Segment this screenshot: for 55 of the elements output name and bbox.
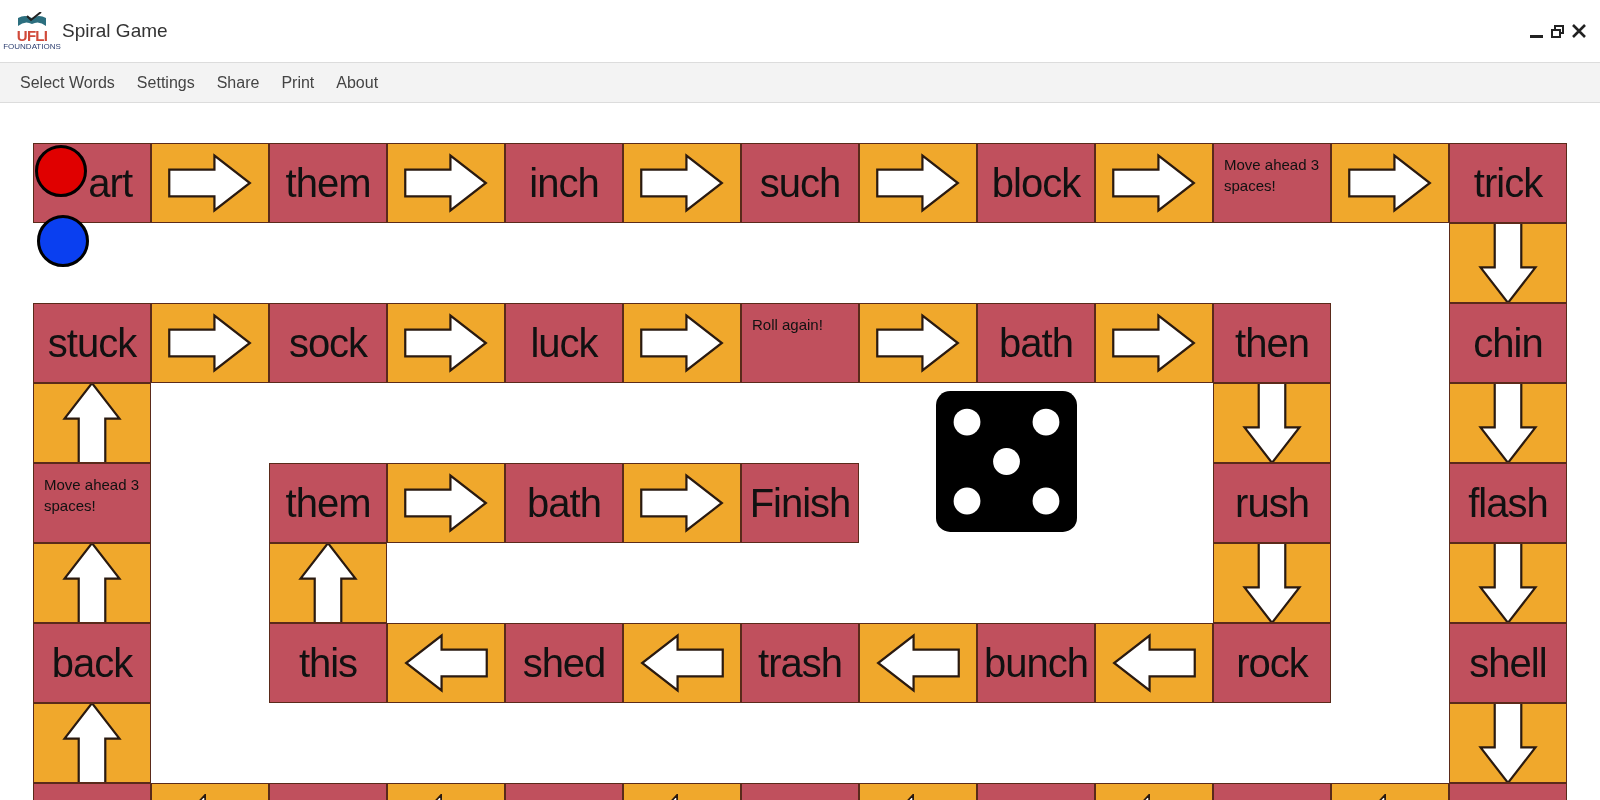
- word-space: rush: [1213, 463, 1331, 543]
- word-space: this: [269, 623, 387, 703]
- arrow-icon: [61, 704, 123, 782]
- arrow-icon: [1477, 384, 1539, 462]
- arrow-icon: [297, 544, 359, 622]
- game-token[interactable]: [37, 215, 89, 267]
- word-space: chin: [1449, 303, 1567, 383]
- arrow-icon: [1241, 544, 1303, 622]
- arrow-icon: [434, 794, 443, 800]
- word-space: luck: [505, 303, 623, 383]
- word-space: bunch: [977, 623, 1095, 703]
- menu-item[interactable]: About: [326, 66, 389, 99]
- arrow-icon: [1477, 544, 1539, 622]
- arrow-icon: [1477, 224, 1539, 302]
- instruction-space: Roll again!: [741, 303, 859, 383]
- word-space: rock: [1213, 623, 1331, 703]
- word-space: shell: [1449, 623, 1567, 703]
- word-space: back: [33, 623, 151, 703]
- arrow-icon: [906, 794, 915, 800]
- arrow-icon: [61, 544, 123, 622]
- word-space: stuck: [33, 303, 151, 383]
- menu-item[interactable]: Settings: [126, 66, 205, 99]
- arrow-icon: [1241, 384, 1303, 462]
- word-space: Finish: [741, 463, 859, 543]
- instruction-space: Move ahead 3 spaces!: [33, 463, 151, 543]
- close-icon[interactable]: [1572, 24, 1586, 38]
- logo-caption: FOUNDATIONS: [3, 42, 61, 51]
- word-space: trash: [741, 623, 859, 703]
- word-space: bath: [977, 303, 1095, 383]
- menu-item[interactable]: Print: [271, 66, 325, 99]
- word-space: shed: [505, 623, 623, 703]
- book-icon: [15, 11, 49, 28]
- word-space: block: [977, 143, 1095, 223]
- menu-item[interactable]: Share: [206, 66, 270, 99]
- arrow-icon: [1477, 704, 1539, 782]
- word-space: sock: [269, 303, 387, 383]
- arrow-icon: [1142, 794, 1151, 800]
- word-space: them: [269, 463, 387, 543]
- word-space: then: [1213, 303, 1331, 383]
- word-space: inch: [505, 143, 623, 223]
- word-space: them: [269, 143, 387, 223]
- arrow-icon: [61, 384, 123, 462]
- word-space: bath: [505, 463, 623, 543]
- die[interactable]: [936, 391, 1077, 532]
- restore-icon[interactable]: [1551, 24, 1564, 38]
- arrow-icon: [198, 794, 207, 800]
- arrow-icon: [1378, 794, 1387, 800]
- word-space: flash: [1449, 463, 1567, 543]
- word-space: such: [741, 143, 859, 223]
- menu-item[interactable]: Select Words: [10, 66, 125, 99]
- instruction-space: Move ahead 3 spaces!: [1213, 143, 1331, 223]
- word-space: trick: [1449, 143, 1567, 223]
- logo-text: UFLI: [16, 27, 48, 43]
- arrow-icon: [670, 794, 679, 800]
- window-title: Spiral Game: [62, 18, 168, 43]
